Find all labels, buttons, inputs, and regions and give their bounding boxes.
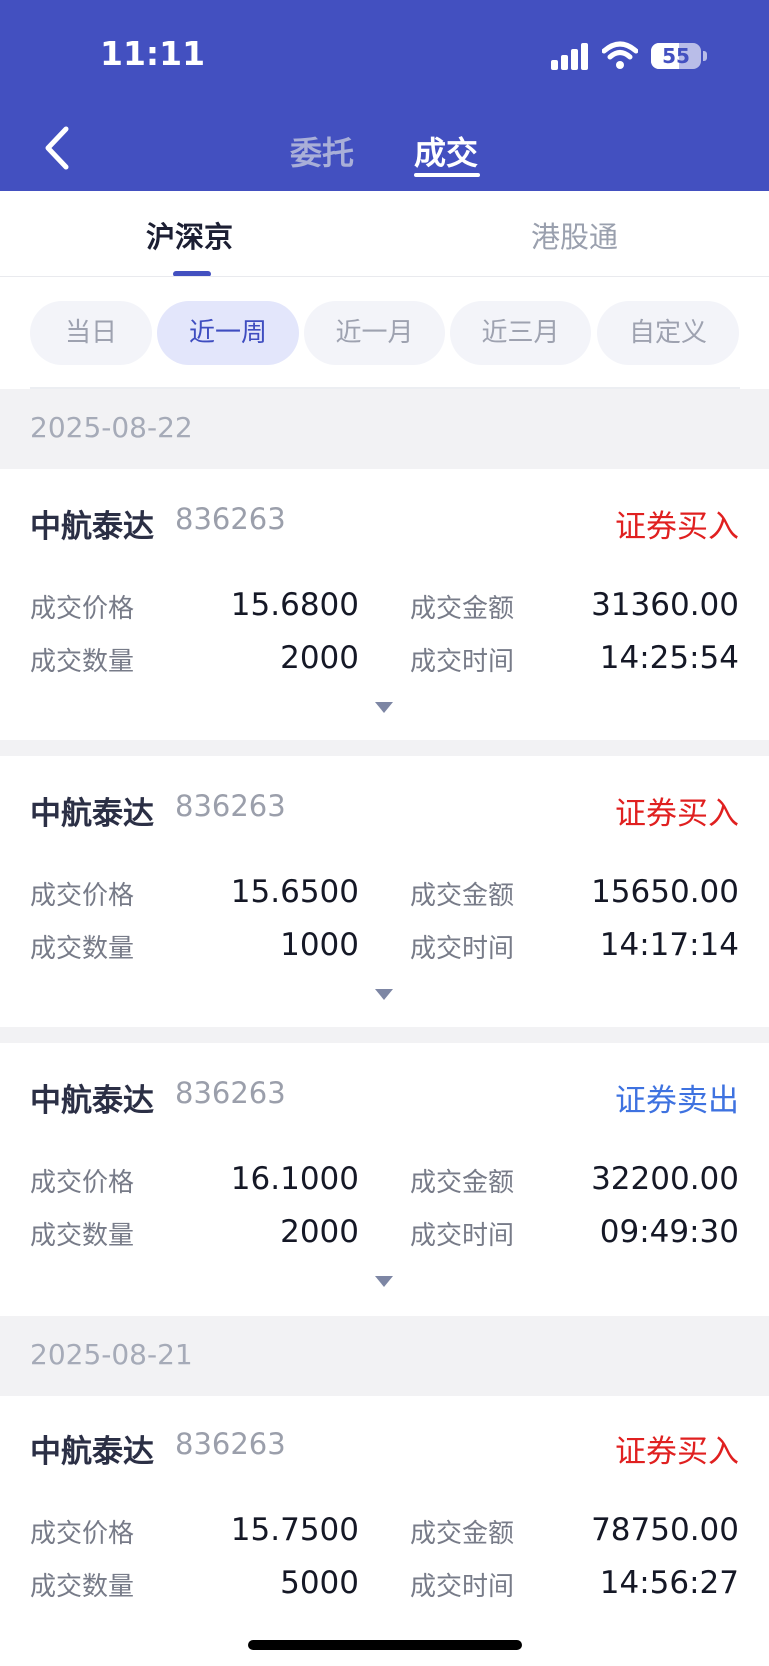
filter-custom[interactable]: 自定义 xyxy=(597,301,739,365)
tab-orders[interactable]: 委托 xyxy=(290,128,354,174)
price-label: 成交价格 xyxy=(30,881,135,911)
trade-card[interactable]: 中航泰达 836263 证券卖出 成交价格 16.1000 成交金额 32200… xyxy=(0,1043,769,1313)
card-separator xyxy=(0,740,769,756)
trade-type: 证券买入 xyxy=(615,1434,739,1470)
app-header: 11:11 55 委托 成交 xyxy=(0,0,769,191)
trade-card[interactable]: 中航泰达 836263 证券买入 成交价格 15.7500 成交金额 78750… xyxy=(0,1396,769,1666)
amount-value: 15650.00 xyxy=(591,874,739,910)
date-label: 2025-08-22 xyxy=(30,411,193,444)
time-value: 14:25:54 xyxy=(599,640,739,676)
time-label: 成交时间 xyxy=(410,647,515,677)
quantity-label: 成交数量 xyxy=(30,934,135,964)
quantity-value: 2000 xyxy=(280,640,359,676)
time-label: 成交时间 xyxy=(410,934,515,964)
price-value: 15.6800 xyxy=(230,587,359,623)
amount-value: 31360.00 xyxy=(591,587,739,623)
battery-level: 55 xyxy=(662,44,690,68)
date-header: 2025-08-22 xyxy=(0,389,769,469)
quantity-label: 成交数量 xyxy=(30,1572,135,1602)
quantity-value: 5000 xyxy=(280,1565,359,1601)
expand-caret-icon[interactable] xyxy=(375,1276,393,1287)
time-value: 14:56:27 xyxy=(599,1565,739,1601)
trade-card[interactable]: 中航泰达 836263 证券买入 成交价格 15.6500 成交金额 15650… xyxy=(0,756,769,1026)
date-header: 2025-08-21 xyxy=(0,1316,769,1396)
price-label: 成交价格 xyxy=(30,1519,135,1549)
stock-code: 836263 xyxy=(175,1427,286,1461)
trade-type: 证券买入 xyxy=(615,796,739,832)
expand-caret-icon[interactable] xyxy=(375,989,393,1000)
price-value: 16.1000 xyxy=(230,1161,359,1197)
card-separator xyxy=(0,1027,769,1043)
amount-label: 成交金额 xyxy=(410,594,515,624)
filter-month[interactable]: 近一月 xyxy=(304,301,445,365)
amount-value: 32200.00 xyxy=(591,1161,739,1197)
price-value: 15.6500 xyxy=(230,874,359,910)
amount-label: 成交金额 xyxy=(410,1168,515,1198)
time-label: 成交时间 xyxy=(410,1572,515,1602)
stock-name: 中航泰达 xyxy=(30,1434,154,1470)
stock-name: 中航泰达 xyxy=(30,796,154,832)
trade-card[interactable]: 中航泰达 836263 证券买入 成交价格 15.6800 成交金额 31360… xyxy=(0,469,769,739)
price-value: 15.7500 xyxy=(230,1512,359,1548)
tab-shenzhen-shanghai-beijing[interactable]: 沪深京 xyxy=(146,214,233,256)
cellular-signal-icon xyxy=(551,42,591,70)
quantity-label: 成交数量 xyxy=(30,1221,135,1251)
time-value: 09:49:30 xyxy=(599,1214,739,1250)
time-value: 14:17:14 xyxy=(599,927,739,963)
home-indicator[interactable] xyxy=(248,1640,522,1650)
tab-hk-connect[interactable]: 港股通 xyxy=(531,214,618,256)
stock-name: 中航泰达 xyxy=(30,1083,154,1119)
status-time: 11:11 xyxy=(100,34,206,73)
battery-nub xyxy=(703,51,707,61)
filter-three-months[interactable]: 近三月 xyxy=(450,301,591,365)
quantity-value: 2000 xyxy=(280,1214,359,1250)
filter-today[interactable]: 当日 xyxy=(30,301,152,365)
trade-type: 证券卖出 xyxy=(615,1083,739,1119)
active-tab-indicator xyxy=(414,173,480,177)
amount-label: 成交金额 xyxy=(410,881,515,911)
filter-week[interactable]: 近一周 xyxy=(157,301,299,365)
expand-caret-icon[interactable] xyxy=(375,702,393,713)
divider xyxy=(0,276,769,277)
stock-code: 836263 xyxy=(175,1076,286,1110)
back-arrow-icon[interactable] xyxy=(38,123,78,173)
time-label: 成交时间 xyxy=(410,1221,515,1251)
quantity-label: 成交数量 xyxy=(30,647,135,677)
trade-type: 证券买入 xyxy=(615,509,739,545)
stock-code: 836263 xyxy=(175,789,286,823)
wifi-icon xyxy=(602,41,638,69)
tab-deals[interactable]: 成交 xyxy=(414,128,478,174)
price-label: 成交价格 xyxy=(30,594,135,624)
quantity-value: 1000 xyxy=(280,927,359,963)
date-label: 2025-08-21 xyxy=(30,1338,193,1371)
stock-code: 836263 xyxy=(175,502,286,536)
battery-icon: 55 xyxy=(651,43,701,69)
price-label: 成交价格 xyxy=(30,1168,135,1198)
amount-value: 78750.00 xyxy=(591,1512,739,1548)
stock-name: 中航泰达 xyxy=(30,509,154,545)
amount-label: 成交金额 xyxy=(410,1519,515,1549)
